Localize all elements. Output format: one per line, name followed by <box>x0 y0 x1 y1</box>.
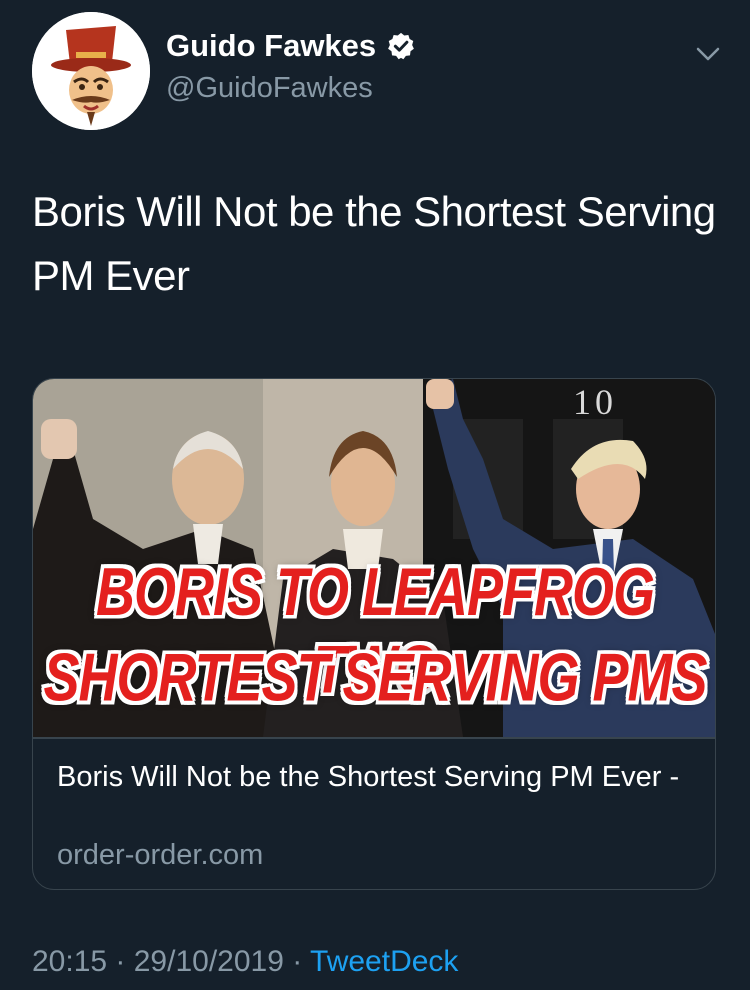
card-domain[interactable]: order-order.com <box>57 839 263 872</box>
image-headline-line2: SHORTEST SERVING PMS <box>43 640 707 716</box>
tweet-date[interactable]: 29/10/2019 <box>134 945 284 978</box>
tweet-source-link[interactable]: TweetDeck <box>310 945 458 978</box>
author-name-row[interactable]: Guido Fawkes <box>166 28 416 64</box>
card-image[interactable]: 10 BORIS TO LEAPFROG TWO SHORTEST SERVIN… <box>33 379 715 737</box>
user-handle[interactable]: @GuidoFawkes <box>166 72 373 105</box>
guy-fawkes-mask-icon <box>32 12 150 130</box>
display-name[interactable]: Guido Fawkes <box>166 28 376 64</box>
meta-separator: · <box>107 945 134 978</box>
meta-separator-2: · <box>283 945 311 978</box>
chevron-down-icon[interactable] <box>694 40 722 68</box>
card-title[interactable]: Boris Will Not be the Shortest Serving P… <box>57 757 687 797</box>
link-card[interactable]: 10 BORIS TO LEAPFROG TWO SHORTEST SERVIN… <box>32 378 716 890</box>
avatar[interactable] <box>32 12 150 130</box>
tweet-meta: 20:15 · 29/10/2019 · TweetDeck <box>32 945 458 979</box>
verified-badge-icon <box>388 32 415 60</box>
tweet-time[interactable]: 20:15 <box>32 945 107 978</box>
tweet-text: Boris Will Not be the Shortest Serving P… <box>32 188 716 299</box>
door-number: 10 <box>573 382 617 422</box>
card-divider <box>33 737 715 739</box>
